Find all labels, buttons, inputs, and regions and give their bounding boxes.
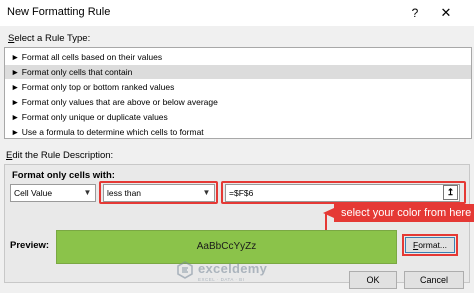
rule-type-label-rest: elect a Rule Type:: [14, 33, 91, 44]
value-input[interactable]: =$F$6: [225, 184, 460, 202]
rule-type-item-top-bottom[interactable]: ► Format only top or bottom ranked value…: [5, 80, 471, 94]
rule-type-label: Select a Rule Type:: [8, 33, 90, 44]
callout-arrow-icon: [323, 208, 334, 218]
preview-label: Preview:: [10, 240, 50, 251]
rule-description-label: Edit the Rule Description:: [6, 150, 113, 161]
condition-type-dropdown[interactable]: Cell Value ▼: [10, 184, 96, 202]
operator-value: less than: [107, 188, 142, 198]
rule-type-item-all-cells[interactable]: ► Format all cells based on their values: [5, 50, 471, 64]
format-only-cells-label: Format only cells with:: [12, 170, 115, 181]
format-button-rest: ormat...: [418, 240, 447, 250]
condition-type-value: Cell Value: [14, 188, 53, 198]
chevron-down-icon: ▼: [202, 188, 211, 197]
rule-type-list[interactable]: ► Format all cells based on their values…: [4, 47, 472, 139]
rule-type-item-unique-duplicate[interactable]: ► Format only unique or duplicate values: [5, 110, 471, 124]
annotation-callout: select your color from here: [334, 204, 474, 222]
exceldemy-logo-icon: [177, 261, 193, 279]
ok-button[interactable]: OK: [349, 271, 397, 289]
watermark-tagline: EXCEL · DATA · BI: [198, 277, 245, 282]
range-select-icon[interactable]: ↥: [443, 185, 458, 200]
dialog-title: New Formatting Rule: [7, 6, 111, 18]
rule-description-label-rest: dit the Rule Description:: [12, 150, 114, 161]
rule-type-item-formula[interactable]: ► Use a formula to determine which cells…: [5, 125, 471, 139]
cancel-button[interactable]: Cancel: [404, 271, 464, 289]
format-button[interactable]: Format...: [405, 237, 455, 253]
rule-type-item-above-below-average[interactable]: ► Format only values that are above or b…: [5, 95, 471, 109]
watermark-name: exceldemy: [198, 261, 268, 276]
help-icon[interactable]: ?: [406, 4, 424, 22]
operator-dropdown[interactable]: less than ▼: [103, 184, 215, 202]
rule-type-item-cells-that-contain[interactable]: ► Format only cells that contain: [5, 65, 471, 79]
close-icon[interactable]: ✕: [433, 4, 459, 22]
chevron-down-icon: ▼: [83, 188, 92, 197]
preview-swatch: AaBbCcYyZz: [56, 230, 397, 264]
